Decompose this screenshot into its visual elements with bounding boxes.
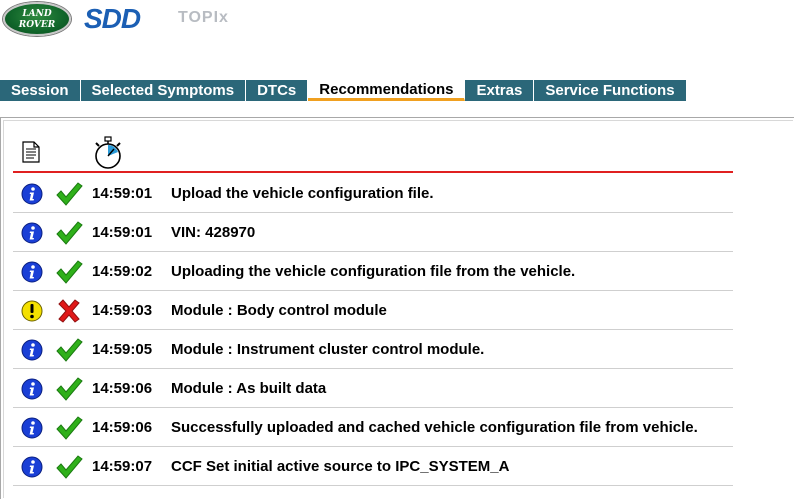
log-row[interactable]: 14:59:07 CCF Set initial active source to… (13, 447, 733, 486)
warning-icon (21, 300, 43, 322)
tab-recommendations[interactable]: Recommendations (308, 80, 466, 101)
log-time: 14:59:07 (92, 458, 153, 475)
log-message: Upload the vehicle configuration file. (171, 185, 434, 202)
stopwatch-icon (95, 136, 121, 169)
tab-selected-symptoms[interactable]: Selected Symptoms (80, 80, 247, 101)
cross-icon (55, 297, 83, 325)
log-time: 14:59:06 (92, 380, 153, 397)
log-row[interactable]: 14:59:01 Upload the vehicle configuration… (13, 174, 733, 213)
log-column-header (13, 135, 733, 173)
info-icon (21, 456, 43, 478)
checkmark-icon (55, 414, 83, 442)
log-message: CCF Set initial active source to IPC_SYS… (171, 458, 510, 475)
logo-line-2: ROVER (18, 20, 56, 30)
info-icon (21, 222, 43, 244)
checkmark-icon (55, 219, 83, 247)
app-header: LAND ROVER SDD TOPIx (0, 0, 794, 40)
log-message: Module : Body control module (171, 302, 387, 319)
info-icon (21, 339, 43, 361)
checkmark-icon (55, 258, 83, 286)
log-message: VIN: 428970 (171, 224, 256, 241)
log-row[interactable]: 14:59:02 Uploading the vehicle configurat… (13, 252, 733, 291)
tab-dtcs[interactable]: DTCs (246, 80, 309, 101)
log-time: 14:59:02 (92, 263, 153, 280)
log-time: 14:59:01 (92, 185, 153, 202)
log-message: Module : As built data (171, 380, 327, 397)
app-subtitle: TOPIx (178, 9, 229, 26)
log-time: 14:59:03 (92, 302, 153, 319)
info-icon (21, 417, 43, 439)
log-message: Successfully uploaded and cached vehicle… (171, 419, 698, 436)
tab-service-functions[interactable]: Service Functions (534, 80, 687, 101)
log-time: 14:59:06 (92, 419, 153, 436)
log-row[interactable]: 14:59:01 VIN: 428970 (13, 213, 733, 252)
checkmark-icon (55, 375, 83, 403)
log-row[interactable]: 14:59:05 Module : Instrument cluster cont… (13, 330, 733, 369)
checkmark-icon (55, 336, 83, 364)
log-time: 14:59:05 (92, 341, 153, 358)
checkmark-icon (55, 180, 83, 208)
log-row[interactable]: 14:59:03 Module : Body control module (13, 291, 733, 330)
log-message: Module : Instrument cluster control modu… (171, 341, 485, 358)
log-message: Uploading the vehicle configuration file… (171, 263, 576, 280)
document-icon (22, 141, 40, 163)
tab-session[interactable]: Session (0, 80, 81, 101)
main-tab-bar: Session Selected Symptoms DTCs Recommendati… (0, 80, 687, 101)
info-icon (21, 378, 43, 400)
logo-line-1: LAND (22, 9, 52, 19)
log-time: 14:59:01 (92, 224, 153, 241)
info-icon (21, 261, 43, 283)
log-row[interactable]: 14:59:06 Successfully uploaded and cached… (13, 408, 733, 447)
log-row[interactable]: 14:59:06 Module : As built data (13, 369, 733, 408)
land-rover-logo: LAND ROVER (3, 2, 71, 36)
tab-extras[interactable]: Extras (465, 80, 535, 101)
info-icon (21, 183, 43, 205)
checkmark-icon (55, 453, 83, 481)
product-name: SDD (84, 3, 141, 34)
